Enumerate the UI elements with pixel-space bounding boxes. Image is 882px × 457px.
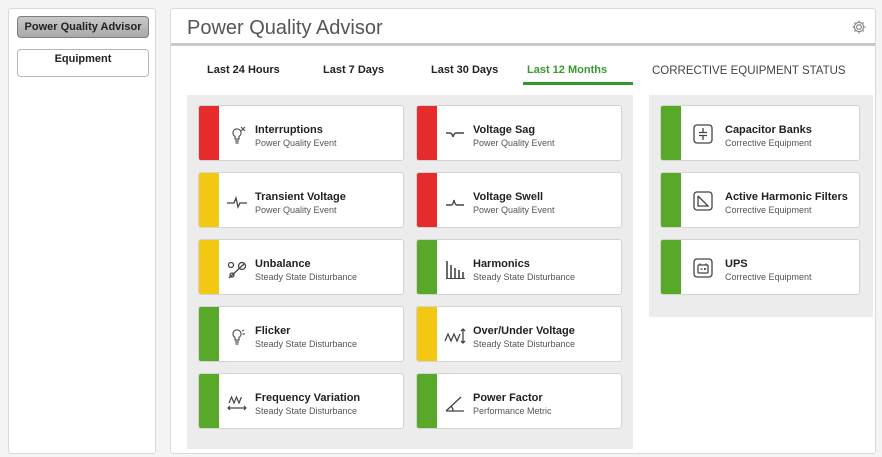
card-title: Flicker [255, 325, 291, 337]
bulb-flicker-icon [226, 325, 248, 347]
status-bar-green [417, 240, 437, 294]
time-range-tabs: Last 24 Hours Last 7 Days Last 30 Days L… [197, 64, 633, 86]
card-voltage-sag[interactable]: Voltage Sag Power Quality Event [416, 105, 622, 161]
page-title: Power Quality Advisor [187, 17, 383, 39]
card-subtitle: Corrective Equipment [725, 205, 812, 215]
card-active-harmonic-filters[interactable]: Active Harmonic Filters Corrective Equip… [660, 172, 860, 228]
tab-last-30-days[interactable]: Last 30 Days [431, 64, 498, 86]
status-bar-yellow [199, 240, 219, 294]
sidebar-item-power-quality-advisor[interactable]: Power Quality Advisor [17, 16, 149, 38]
tab-last-24-hours[interactable]: Last 24 Hours [207, 64, 280, 86]
card-subtitle: Power Quality Event [473, 205, 555, 215]
title-divider [171, 43, 875, 46]
ups-icon [691, 256, 715, 280]
status-bar-green [199, 307, 219, 361]
card-over-under-voltage[interactable]: Over/Under Voltage Steady State Disturba… [416, 306, 622, 362]
card-title: UPS [725, 258, 748, 270]
card-subtitle: Corrective Equipment [725, 138, 812, 148]
filter-icon [691, 189, 715, 213]
card-title: Voltage Swell [473, 191, 544, 203]
gear-icon[interactable] [851, 19, 867, 35]
voltage-sag-icon [444, 124, 466, 146]
card-title: Unbalance [255, 258, 311, 270]
card-title: Harmonics [473, 258, 530, 270]
tab-last-7-days[interactable]: Last 7 Days [323, 64, 384, 86]
card-frequency-variation[interactable]: Frequency Variation Steady State Disturb… [198, 373, 404, 429]
card-title: Transient Voltage [255, 191, 346, 203]
card-title: Frequency Variation [255, 392, 361, 404]
card-capacitor-banks[interactable]: Capacitor Banks Corrective Equipment [660, 105, 860, 161]
frequency-icon [226, 392, 248, 414]
card-subtitle: Steady State Disturbance [255, 272, 358, 282]
main-panel: Power Quality Advisor Last 24 Hours Last… [170, 8, 876, 454]
status-bar-green [661, 240, 681, 294]
unbalance-icon [226, 258, 248, 280]
voltage-swell-icon [444, 191, 466, 213]
transient-icon [226, 191, 248, 213]
power-factor-icon [444, 392, 466, 414]
card-title: Capacitor Banks [725, 124, 812, 136]
card-power-factor[interactable]: Power Factor Performance Metric [416, 373, 622, 429]
active-tab-indicator [523, 82, 633, 85]
bulb-off-icon [226, 124, 248, 146]
card-subtitle: Corrective Equipment [725, 272, 812, 282]
status-bar-green [417, 374, 437, 428]
card-interruptions[interactable]: Interruptions Power Quality Event [198, 105, 404, 161]
card-subtitle: Steady State Disturbance [255, 406, 358, 416]
card-title: Over/Under Voltage [473, 325, 575, 337]
card-unbalance[interactable]: Unbalance Steady State Disturbance [198, 239, 404, 295]
harmonics-icon [444, 258, 466, 280]
card-title: Power Factor [473, 392, 543, 404]
card-title: Interruptions [255, 124, 323, 136]
corrective-equipment-heading: CORRECTIVE EQUIPMENT STATUS [652, 65, 846, 77]
card-subtitle: Performance Metric [473, 406, 552, 416]
status-bar-red [199, 106, 219, 160]
card-title: Active Harmonic Filters [725, 191, 848, 203]
capacitor-icon [691, 122, 715, 146]
card-subtitle: Steady State Disturbance [255, 339, 358, 349]
power-quality-grid: Interruptions Power Quality Event Voltag… [187, 95, 633, 449]
status-bar-green [199, 374, 219, 428]
card-title: Voltage Sag [473, 124, 536, 136]
sidebar: Power Quality Advisor Equipment [8, 8, 156, 454]
status-bar-red [417, 106, 437, 160]
status-bar-yellow [199, 173, 219, 227]
card-subtitle: Power Quality Event [255, 205, 337, 215]
card-ups[interactable]: UPS Corrective Equipment [660, 239, 860, 295]
card-subtitle: Steady State Disturbance [473, 272, 576, 282]
status-bar-green [661, 106, 681, 160]
card-subtitle: Steady State Disturbance [473, 339, 576, 349]
card-harmonics[interactable]: Harmonics Steady State Disturbance [416, 239, 622, 295]
sidebar-item-equipment[interactable]: Equipment [17, 49, 149, 77]
card-flicker[interactable]: Flicker Steady State Disturbance [198, 306, 404, 362]
status-bar-green [661, 173, 681, 227]
card-voltage-swell[interactable]: Voltage Swell Power Quality Event [416, 172, 622, 228]
status-bar-yellow [417, 307, 437, 361]
card-subtitle: Power Quality Event [255, 138, 337, 148]
status-bar-red [417, 173, 437, 227]
card-subtitle: Power Quality Event [473, 138, 555, 148]
corrective-equipment-panel: Capacitor Banks Corrective Equipment Act… [649, 95, 873, 317]
over-under-voltage-icon [444, 325, 466, 347]
card-transient-voltage[interactable]: Transient Voltage Power Quality Event [198, 172, 404, 228]
